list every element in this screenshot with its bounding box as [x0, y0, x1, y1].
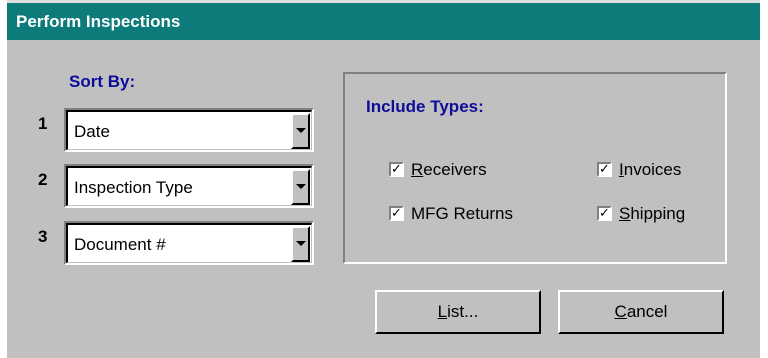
- dropdown-arrow-icon[interactable]: [291, 169, 310, 205]
- window-title: Perform Inspections: [16, 12, 181, 31]
- title-bar: Perform Inspections: [7, 0, 760, 40]
- sort-number-2: 2: [38, 170, 48, 189]
- include-types-heading: Include Types:: [366, 97, 484, 116]
- perform-inspections-dialog: Perform Inspections Sort By: 1 Date 2 In…: [6, 0, 760, 358]
- checkmark-icon: ✓: [389, 206, 404, 221]
- cancel-button[interactable]: Cancel: [558, 290, 724, 334]
- sort-combo-2-value: Inspection Type: [74, 178, 193, 197]
- sort-number-1: 1: [38, 114, 48, 133]
- checkbox-mfg-returns-label: MFG Returns: [411, 204, 514, 223]
- sort-combo-1[interactable]: Date: [64, 108, 314, 152]
- checkbox-receivers-label: Receivers: [411, 160, 487, 179]
- sort-combo-2[interactable]: Inspection Type: [64, 164, 314, 208]
- sort-combo-3-value: Document #: [74, 235, 166, 254]
- sort-combo-1-value: Date: [74, 122, 110, 141]
- sort-combo-3[interactable]: Document #: [64, 221, 314, 265]
- sort-number-3: 3: [38, 227, 48, 246]
- checkmark-icon: ✓: [597, 162, 612, 177]
- checkbox-shipping-label: Shipping: [619, 204, 686, 223]
- checkmark-icon: ✓: [389, 162, 404, 177]
- sort-by-heading: Sort By:: [69, 72, 136, 91]
- checkmark-icon: ✓: [597, 206, 612, 221]
- checkbox-invoices-label: Invoices: [619, 160, 682, 179]
- dropdown-arrow-icon[interactable]: [291, 226, 310, 262]
- dropdown-arrow-icon[interactable]: [291, 113, 310, 149]
- list-button[interactable]: List...: [375, 290, 541, 334]
